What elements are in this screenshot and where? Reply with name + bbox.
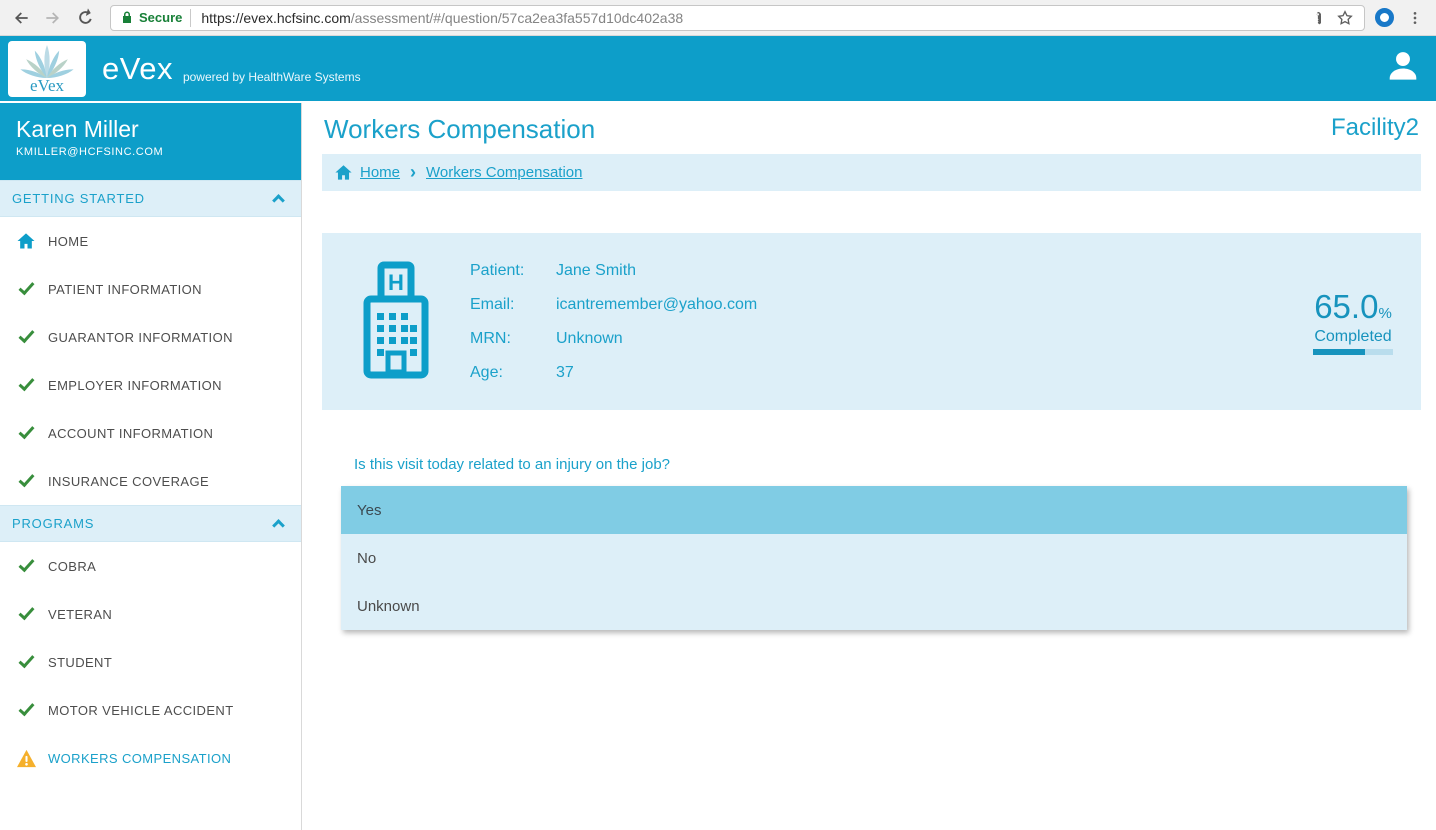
page-title: Workers Compensation [324,114,596,144]
sidebar-item-label: INSURANCE COVERAGE [48,473,210,489]
check-icon [15,555,37,577]
sidebar: Karen Miller KMILLER@HCFSINC.COM GETTING… [0,103,302,830]
chevron-up-icon [272,194,285,207]
patient-fields: Patient: Jane Smith Email: icantremember… [470,262,757,382]
sidebar-item-motor-vehicle-accident[interactable]: MOTOR VEHICLE ACCIDENT [0,686,301,734]
hospital-icon: H [363,261,429,378]
completion-progress: 65.0% Completed [1313,288,1393,355]
sidebar-item-label: HOME [48,233,89,249]
progress-percent: 65.0 [1314,288,1379,325]
svg-text:H: H [388,270,404,295]
sidebar-item-label: PATIENT INFORMATION [48,281,202,297]
sidebar-item-label: GUARANTOR INFORMATION [48,329,233,345]
chevron-right-icon [407,162,419,183]
password-key-icon[interactable] [1311,10,1326,25]
breadcrumb: Home Workers Compensation [322,154,1421,191]
user-email: KMILLER@HCFSINC.COM [16,146,164,158]
check-icon [15,326,37,348]
check-icon [15,603,37,625]
home-icon [335,165,352,180]
option-no[interactable]: No [341,534,1407,582]
user-block: Karen Miller KMILLER@HCFSINC.COM [0,103,301,180]
section-label: GETTING STARTED [12,191,145,206]
evex-logo: eVex [8,40,86,97]
answer-options: Yes No Unknown [341,486,1407,630]
app-header: eVex eVex powered by HealthWare Systems [0,36,1436,103]
url-host: https://evex.hcfsinc.com [201,9,351,26]
field-label: Patient: [470,261,525,279]
home-icon [15,230,37,252]
sidebar-item-student[interactable]: STUDENT [0,638,301,686]
lock-icon [123,11,131,23]
powered-by-label: powered by HealthWare Systems [182,69,361,84]
sidebar-item-label: ACCOUNT INFORMATION [48,425,214,441]
sidebar-item-label: MOTOR VEHICLE ACCIDENT [48,702,234,718]
option-yes[interactable]: Yes [341,486,1407,534]
sidebar-item-employer-information[interactable]: EMPLOYER INFORMATION [0,361,301,409]
check-icon [15,422,37,444]
sidebar-item-guarantor-information[interactable]: GUARANTOR INFORMATION [0,313,301,361]
patient-mrn-value: Unknown [556,329,623,347]
user-account-icon[interactable] [1384,47,1422,90]
section-getting-started[interactable]: GETTING STARTED [0,180,301,217]
sidebar-item-label: EMPLOYER INFORMATION [48,377,222,393]
sidebar-item-patient-information[interactable]: PATIENT INFORMATION [0,265,301,313]
url-path: /assessment/#/question/57ca2ea3fa557d10d… [350,9,684,26]
main-content: Workers Compensation Facility2 Home Work… [302,103,1436,830]
patient-age-value: 37 [556,363,574,381]
browser-extension-icon[interactable] [1375,8,1394,27]
option-unknown[interactable]: Unknown [341,582,1407,630]
check-icon [15,470,37,492]
sidebar-item-home[interactable]: HOME [0,217,301,265]
check-icon [15,374,37,396]
sidebar-item-workers-compensation[interactable]: WORKERS COMPENSATION [0,734,301,782]
sidebar-item-label: VETERAN [48,606,113,622]
check-icon [15,651,37,673]
browser-toolbar: Secure https://evex.hcfsinc.com/assessme… [0,0,1436,36]
secure-label: Secure [139,10,183,25]
user-name: Karen Miller [16,116,139,142]
section-label: PROGRAMS [12,516,95,531]
section-programs[interactable]: PROGRAMS [0,505,301,542]
refresh-icon[interactable] [74,7,96,29]
logo-text: eVex [30,76,64,94]
progress-bar [1313,349,1393,355]
forward-icon[interactable] [42,7,64,29]
back-icon[interactable] [10,7,32,29]
sidebar-item-label: STUDENT [48,654,113,670]
check-icon [15,699,37,721]
address-bar[interactable]: Secure https://evex.hcfsinc.com/assessme… [110,4,1365,31]
progress-label: Completed [1314,328,1392,345]
chevron-up-icon [272,519,285,532]
field-label: Age: [470,363,503,381]
patient-name-value: Jane Smith [556,261,637,279]
sidebar-item-veteran[interactable]: VETERAN [0,590,301,638]
patient-summary-card: H Patient: Jane Smith Email: icantrememb… [322,233,1421,410]
url-divider [190,8,192,27]
percent-sign: % [1378,305,1392,322]
patient-email-value: icantremember@yahoo.com [556,295,758,313]
sidebar-item-label: COBRA [48,558,97,574]
sidebar-item-insurance-coverage[interactable]: INSURANCE COVERAGE [0,457,301,505]
sidebar-item-label: WORKERS COMPENSATION [48,750,232,766]
bookmark-star-icon[interactable] [1336,9,1354,27]
check-icon [15,278,37,300]
question-text: Is this visit today related to an injury… [354,456,671,473]
app-name: eVex [102,50,173,86]
breadcrumb-link-workers-compensation[interactable]: Workers Compensation [426,164,582,181]
progress-bar-fill [1313,349,1365,355]
facility-label: Facility2 [1330,114,1419,141]
sidebar-item-cobra[interactable]: COBRA [0,542,301,590]
browser-menu-icon[interactable] [1404,7,1426,29]
field-label: Email: [470,295,515,313]
sidebar-item-account-information[interactable]: ACCOUNT INFORMATION [0,409,301,457]
breadcrumb-link-home[interactable]: Home [360,164,400,181]
field-label: MRN: [470,329,511,347]
warning-icon [15,747,37,769]
